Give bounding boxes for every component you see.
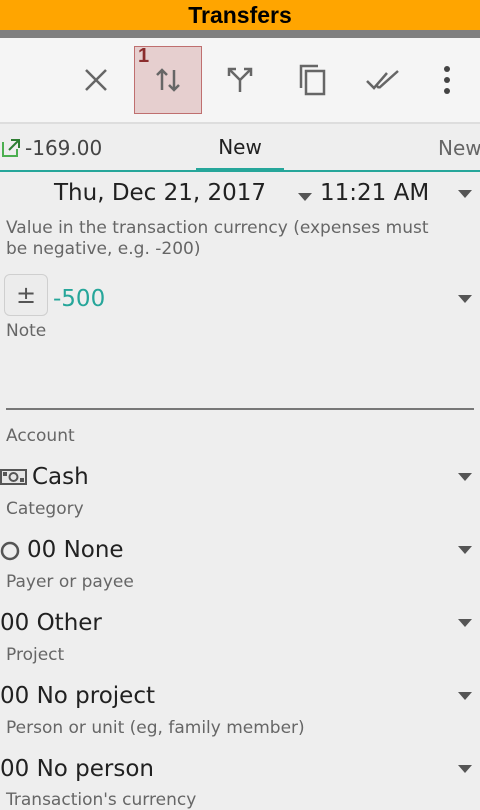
tab-bar: -169.00 New New	[0, 124, 480, 172]
mark-done-button[interactable]	[352, 38, 414, 122]
category-circle-icon	[0, 541, 20, 561]
more-vert-icon	[444, 66, 450, 94]
split-button[interactable]	[209, 38, 271, 122]
copy-icon	[299, 64, 326, 96]
datetime-dropdown-arrow-icon[interactable]	[458, 190, 472, 198]
category-dropdown-arrow-icon[interactable]	[458, 546, 472, 554]
payee-label: Payer or payee	[6, 572, 134, 592]
tab-previous[interactable]: -169.00	[0, 136, 102, 160]
double-check-icon	[366, 70, 399, 90]
amount-value[interactable]: -500	[53, 286, 105, 312]
swap-button[interactable]: 1	[134, 45, 202, 114]
cash-icon	[0, 469, 27, 485]
project-dropdown-arrow-icon[interactable]	[458, 692, 472, 700]
active-badge: 1	[138, 45, 150, 67]
title-divider	[0, 30, 480, 38]
category-label: Category	[6, 499, 84, 519]
note-label: Note	[6, 321, 47, 341]
close-icon	[85, 69, 107, 91]
tab-new-next[interactable]: New	[438, 136, 480, 160]
amount-dropdown-arrow-icon[interactable]	[458, 295, 472, 303]
category-value[interactable]: 00 None	[27, 537, 124, 563]
open-external-icon	[2, 139, 20, 157]
copy-button[interactable]	[281, 38, 343, 122]
app-title: Transfers	[0, 0, 480, 30]
toolbar: 1	[0, 38, 480, 124]
sign-toggle-button[interactable]: ±	[4, 274, 48, 316]
amount-hint: Value in the transaction currency (expen…	[6, 218, 429, 259]
time-field[interactable]: 11:21 AM	[320, 180, 429, 206]
payee-dropdown-arrow-icon[interactable]	[458, 619, 472, 627]
account-label: Account	[6, 426, 75, 446]
more-options-button[interactable]	[418, 38, 476, 122]
person-value[interactable]: 00 No person	[0, 756, 154, 782]
person-dropdown-arrow-icon[interactable]	[458, 765, 472, 773]
tab-previous-value: -169.00	[25, 136, 103, 160]
currency-label: Transaction's currency	[6, 790, 197, 810]
account-value[interactable]: Cash	[32, 464, 89, 490]
date-field[interactable]: Thu, Dec 21, 2017	[54, 180, 266, 206]
close-button[interactable]	[65, 38, 127, 122]
note-input[interactable]	[6, 408, 474, 410]
payee-value[interactable]: 00 Other	[0, 610, 102, 636]
account-dropdown-arrow-icon[interactable]	[458, 473, 472, 481]
person-label: Person or unit (eg, family member)	[6, 718, 305, 738]
tab-indicator	[196, 168, 284, 172]
project-label: Project	[6, 645, 65, 665]
time-dropdown-arrow-icon[interactable]	[298, 193, 312, 201]
split-icon	[227, 67, 253, 92]
project-value[interactable]: 00 No project	[0, 683, 155, 709]
tab-new-current[interactable]: New	[196, 124, 284, 170]
swap-icon	[156, 68, 180, 92]
